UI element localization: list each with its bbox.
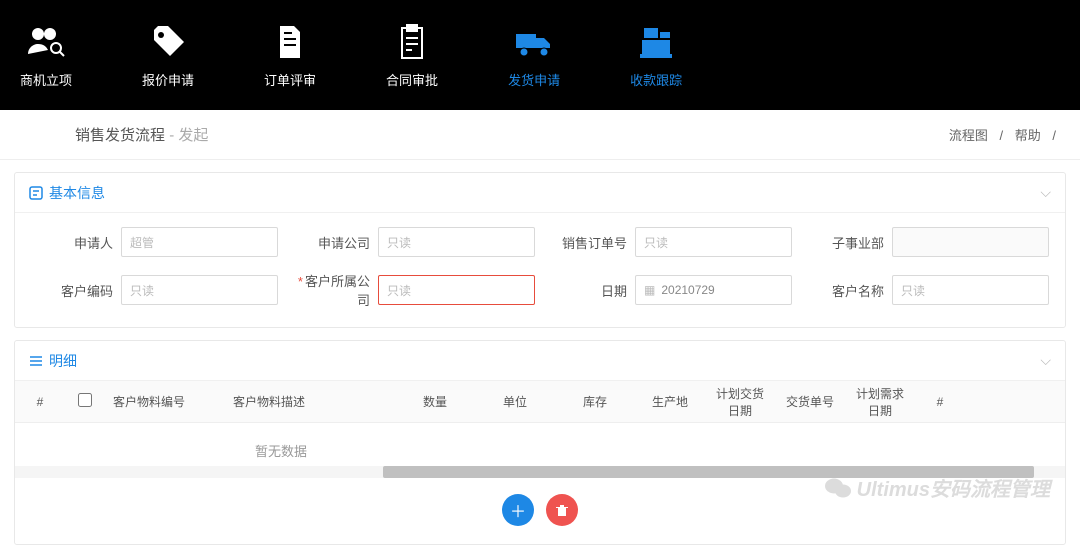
detail-table-wrap: # 客户物料编号 客户物料描述 数量 单位 库存 生产地 计划交货日期 交货单号… xyxy=(15,381,1065,466)
header-links: 流程图 / 帮助 / xyxy=(945,125,1060,144)
nav-label: 订单评审 xyxy=(264,70,316,89)
input-customer-code[interactable]: 只读 xyxy=(121,275,278,305)
delete-row-button[interactable] xyxy=(546,494,578,526)
col-origin[interactable]: 生产地 xyxy=(635,393,705,410)
add-row-button[interactable]: ＋ xyxy=(502,494,534,526)
col-material-desc[interactable]: 客户物料描述 xyxy=(225,393,395,410)
page-title: 销售发货流程 - 发起 xyxy=(75,124,945,145)
document-icon xyxy=(270,22,310,62)
nav-label: 收款跟踪 xyxy=(630,70,682,89)
field-applicant: 申请人 超管 xyxy=(31,227,278,257)
input-apply-company[interactable]: 只读 xyxy=(378,227,535,257)
cash-register-icon xyxy=(636,22,676,62)
col-ship-no[interactable]: 交货单号 xyxy=(775,393,845,410)
list-icon xyxy=(29,354,43,368)
table-header-row: # 客户物料编号 客户物料描述 数量 单位 库存 生产地 计划交货日期 交货单号… xyxy=(15,381,1065,423)
tag-icon xyxy=(148,22,188,62)
panel-basic-info: 基本信息 ⌵ 申请人 超管 申请公司 只读 销售订单号 只读 子事业部 客户编码… xyxy=(14,172,1066,328)
field-date: 日期 ▦ 20210729 xyxy=(545,271,792,309)
link-flowchart[interactable]: 流程图 xyxy=(949,128,988,143)
input-sales-order-no[interactable]: 只读 xyxy=(635,227,792,257)
nav-label: 发货申请 xyxy=(508,70,560,89)
calendar-icon: ▦ xyxy=(644,283,655,297)
select-all-checkbox[interactable] xyxy=(78,393,92,407)
sep: / xyxy=(1052,128,1056,143)
col-index2: # xyxy=(915,395,965,409)
nav-item-contract[interactable]: 合同审批 xyxy=(386,22,438,89)
field-customer-code: 客户编码 只读 xyxy=(31,271,278,309)
label-apply-company: 申请公司 xyxy=(288,233,370,252)
clipboard-icon xyxy=(392,22,432,62)
people-search-icon xyxy=(26,22,66,62)
label-sub-biz: 子事业部 xyxy=(802,233,884,252)
col-stock[interactable]: 库存 xyxy=(555,393,635,410)
label-date: 日期 xyxy=(545,281,627,300)
nav-label: 报价申请 xyxy=(142,70,194,89)
label-customer-name: 客户名称 xyxy=(802,281,884,300)
input-customer-name[interactable]: 只读 xyxy=(892,275,1049,305)
col-index: # xyxy=(15,395,65,409)
field-apply-company: 申请公司 只读 xyxy=(288,227,535,257)
detail-table: # 客户物料编号 客户物料描述 数量 单位 库存 生产地 计划交货日期 交货单号… xyxy=(15,381,1065,466)
info-icon xyxy=(29,186,43,200)
label-customer-code: 客户编码 xyxy=(31,281,113,300)
horizontal-scrollbar[interactable] xyxy=(15,466,1065,478)
panel-detail-title: 明细 xyxy=(49,351,77,371)
col-checkbox xyxy=(65,393,105,410)
col-unit[interactable]: 单位 xyxy=(475,393,555,410)
nav-item-shipping[interactable]: 发货申请 xyxy=(508,22,560,89)
col-quantity[interactable]: 数量 xyxy=(395,393,475,410)
truck-icon xyxy=(514,22,554,62)
page-title-main: 销售发货流程 xyxy=(75,127,165,144)
table-empty-text: 暂无数据 xyxy=(15,423,1065,466)
label-sales-order-no: 销售订单号 xyxy=(545,233,627,252)
col-plan-delivery-date[interactable]: 计划交货日期 xyxy=(705,385,775,419)
sep: / xyxy=(999,128,1003,143)
input-date[interactable]: ▦ 20210729 xyxy=(635,275,792,305)
input-customer-company[interactable]: 只读 xyxy=(378,275,535,305)
panel-detail-header[interactable]: 明细 ⌵ xyxy=(15,341,1065,381)
nav-label: 合同审批 xyxy=(386,70,438,89)
input-applicant[interactable]: 超管 xyxy=(121,227,278,257)
label-applicant: 申请人 xyxy=(31,233,113,252)
panel-detail: 明细 ⌵ # 客户物料编号 客户物料描述 数量 单位 库存 生产地 计划交货日期… xyxy=(14,340,1066,545)
nav-item-payment[interactable]: 收款跟踪 xyxy=(630,22,682,89)
col-material-code[interactable]: 客户物料编号 xyxy=(105,393,225,410)
detail-actions: ＋ xyxy=(15,478,1065,544)
chevron-down-icon[interactable]: ⌵ xyxy=(1040,352,1051,369)
field-customer-name: 客户名称 只读 xyxy=(802,271,1049,309)
input-sub-biz[interactable] xyxy=(892,227,1049,257)
panel-basic-title: 基本信息 xyxy=(49,183,105,203)
basic-form: 申请人 超管 申请公司 只读 销售订单号 只读 子事业部 客户编码 只读 *客户… xyxy=(15,213,1065,327)
panel-basic-header[interactable]: 基本信息 ⌵ xyxy=(15,173,1065,213)
field-customer-company: *客户所属公司 只读 xyxy=(288,271,535,309)
nav-item-opportunity[interactable]: 商机立项 xyxy=(20,22,72,89)
nav-item-order-review[interactable]: 订单评审 xyxy=(264,22,316,89)
nav-item-quote[interactable]: 报价申请 xyxy=(142,22,194,89)
page-title-sub: - 发起 xyxy=(169,127,208,144)
field-sales-order-no: 销售订单号 只读 xyxy=(545,227,792,257)
col-plan-demand-date[interactable]: 计划需求日期 xyxy=(845,385,915,419)
page-header: 销售发货流程 - 发起 流程图 / 帮助 / xyxy=(0,110,1080,160)
link-help[interactable]: 帮助 xyxy=(1015,128,1041,143)
nav-label: 商机立项 xyxy=(20,70,72,89)
label-customer-company: *客户所属公司 xyxy=(288,271,370,309)
chevron-down-icon[interactable]: ⌵ xyxy=(1040,184,1051,201)
top-nav: 商机立项 报价申请 订单评审 合同审批 发货申请 收款跟踪 xyxy=(0,0,1080,110)
field-sub-biz: 子事业部 xyxy=(802,227,1049,257)
